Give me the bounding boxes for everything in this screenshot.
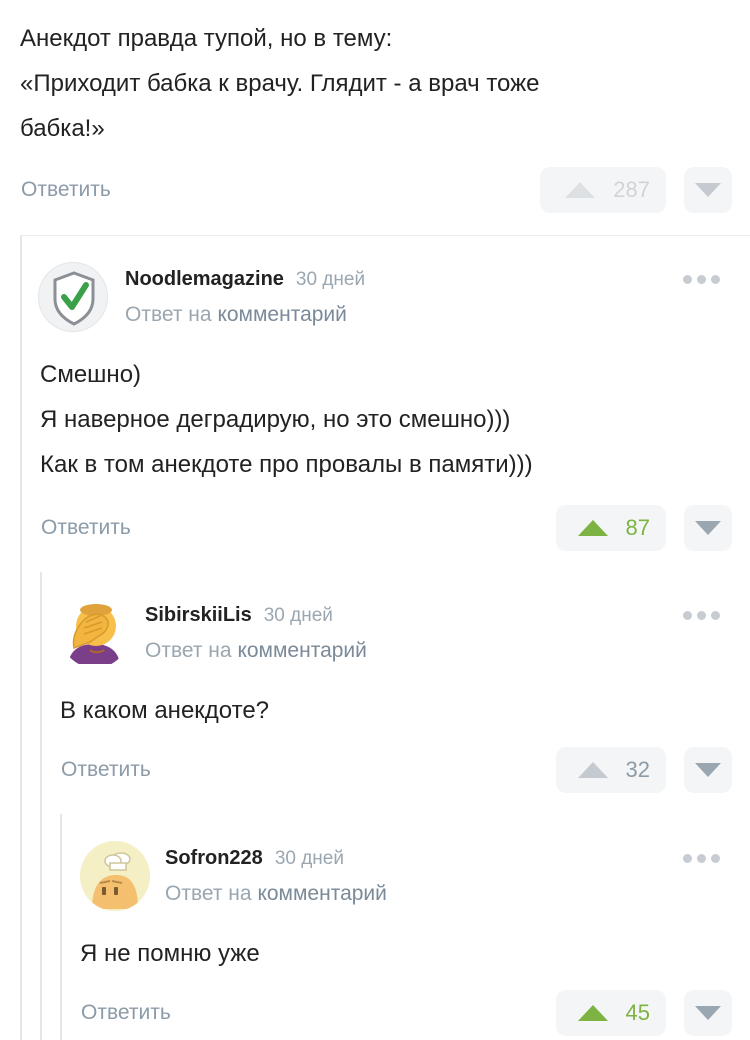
arrow-down-icon — [695, 183, 721, 197]
comment-date: 30 дней — [295, 269, 366, 290]
comment-divider — [20, 235, 750, 236]
rating-count: 45 — [625, 1000, 650, 1025]
thread-line — [40, 572, 42, 1040]
author-name[interactable]: Noodlemagazine — [125, 268, 284, 291]
comment-actions: Ответить 87 — [0, 505, 750, 551]
comments-page: Анекдот правда тупой, но в тему: «Приход… — [0, 0, 750, 1040]
comment-author: SibirskiiLis 30 дней — [145, 604, 333, 627]
rating-count: 87 — [625, 515, 650, 540]
author-name[interactable]: Sofron228 — [165, 847, 263, 870]
reply-to-prefix: Ответ на — [125, 303, 212, 326]
upvote-button[interactable]: 287 — [540, 167, 666, 213]
facepalm-emoji-icon — [68, 604, 120, 664]
avatar[interactable] — [80, 841, 150, 911]
comment-text-line: Как в том анекдоте про провалы в памяти)… — [40, 451, 533, 478]
arrow-up-icon — [577, 762, 608, 778]
more-options-button[interactable] — [683, 854, 720, 863]
downvote-button[interactable] — [684, 747, 732, 793]
reply-to-link[interactable]: комментарий — [237, 639, 366, 662]
avatar[interactable] — [38, 262, 108, 332]
comment-body: Смешно) Я наверное деградирую, но это см… — [40, 352, 533, 487]
comment-body: Я не помню уже — [80, 931, 260, 976]
more-options-button[interactable] — [683, 611, 720, 620]
comment-text-line: Анекдот правда тупой, но в тему: — [20, 25, 393, 52]
reply-to-prefix: Ответ на — [165, 882, 252, 905]
comment-author: Noodlemagazine 30 дней — [125, 268, 365, 291]
downvote-button[interactable] — [684, 505, 732, 551]
comment-text-line: Я наверное деградирую, но это смешно))) — [40, 406, 511, 433]
reply-to: Ответ на комментарий — [125, 303, 347, 327]
more-options-button[interactable] — [683, 275, 720, 284]
upvote-button[interactable]: 32 — [556, 747, 666, 793]
reply-to-link[interactable]: комментарий — [257, 882, 386, 905]
chef-avatar-icon — [80, 841, 150, 911]
top-comment: Анекдот правда тупой, но в тему: «Приход… — [20, 16, 720, 151]
downvote-button[interactable] — [684, 990, 732, 1036]
top-comment-actions: Ответить 287 — [0, 167, 750, 213]
reply-to-prefix: Ответ на — [145, 639, 232, 662]
comment-actions: Ответить 32 — [0, 747, 750, 793]
reply-to-link[interactable]: комментарий — [217, 303, 346, 326]
comment-body: В каком анекдоте? — [60, 688, 269, 733]
comment-text-line: бабка!» — [20, 115, 105, 142]
thread-line — [20, 236, 22, 1040]
upvote-button[interactable]: 87 — [556, 505, 666, 551]
comment-actions: Ответить 45 — [0, 990, 750, 1036]
avatar[interactable] — [60, 598, 130, 668]
upvote-button[interactable]: 45 — [556, 990, 666, 1036]
reply-button[interactable]: Ответить — [61, 758, 151, 782]
comment-date: 30 дней — [263, 605, 333, 626]
arrow-up-icon — [577, 1005, 608, 1021]
comment-text-line: Смешно) — [40, 361, 142, 388]
rating-count: 287 — [613, 177, 650, 202]
comment-text-line: В каком анекдоте? — [60, 697, 270, 724]
reply-button[interactable]: Ответить — [81, 1001, 171, 1025]
arrow-down-icon — [695, 763, 721, 777]
downvote-button[interactable] — [684, 167, 732, 213]
comment-author: Sofron228 30 дней — [165, 847, 344, 870]
comment-text-line: Я не помню уже — [80, 940, 260, 967]
rating-count: 32 — [625, 757, 650, 782]
reply-button[interactable]: Ответить — [41, 516, 131, 540]
author-name[interactable]: SibirskiiLis — [145, 604, 252, 627]
arrow-up-icon — [577, 520, 608, 536]
shield-check-icon — [53, 271, 95, 326]
comment-date: 30 дней — [274, 848, 344, 869]
arrow-down-icon — [695, 1006, 721, 1020]
arrow-up-icon — [565, 182, 596, 198]
arrow-down-icon — [695, 521, 721, 535]
comment-text-line: «Приходит бабка к врачу. Глядит - а врач… — [20, 70, 540, 97]
reply-button[interactable]: Ответить — [21, 178, 111, 202]
reply-to: Ответ на комментарий — [145, 639, 367, 663]
reply-to: Ответ на комментарий — [165, 882, 387, 906]
